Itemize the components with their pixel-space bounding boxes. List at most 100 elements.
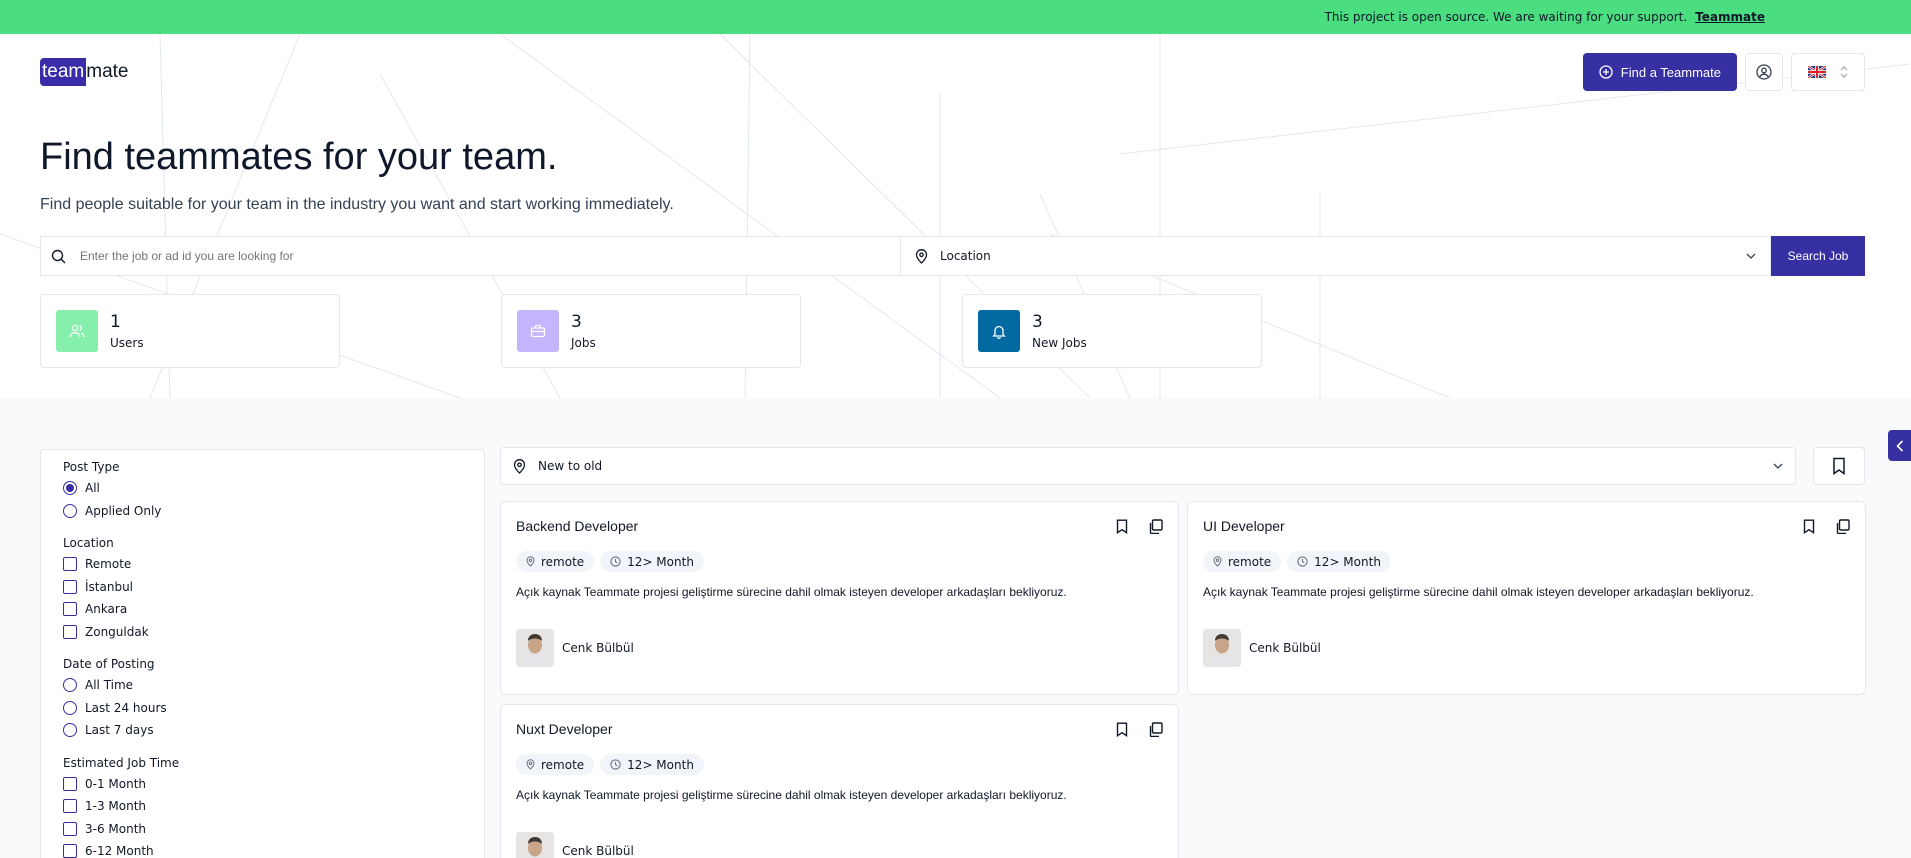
option-label: Last 7 days bbox=[85, 723, 154, 738]
location-tag: remote bbox=[1203, 551, 1282, 572]
filter-option-ankara[interactable]: Ankara bbox=[63, 598, 462, 621]
bell-icon bbox=[978, 310, 1020, 352]
user-circle-icon bbox=[1756, 64, 1772, 80]
checkbox[interactable] bbox=[63, 799, 77, 814]
job-description: Açık kaynak Teammate projesi geliştirme … bbox=[1203, 585, 1754, 599]
map-pin-icon bbox=[526, 556, 535, 567]
filter-option-istanbul[interactable]: İstanbul bbox=[63, 576, 462, 599]
checkbox[interactable] bbox=[63, 579, 77, 594]
page-subtitle: Find people suitable for your team in th… bbox=[40, 196, 674, 213]
users-icon bbox=[56, 310, 98, 352]
stat-label: New Jobs bbox=[1032, 336, 1087, 350]
bookmark-icon[interactable] bbox=[1116, 519, 1128, 534]
stat-card-users: 1 Users bbox=[40, 294, 340, 368]
job-author[interactable]: Cenk Bülbül bbox=[1203, 629, 1850, 667]
copy-icon[interactable] bbox=[1148, 518, 1163, 534]
sort-select[interactable]: New to old bbox=[500, 447, 1796, 485]
header-actions: Find a Teammate bbox=[1582, 53, 1865, 91]
author-name: Cenk Bülbül bbox=[562, 844, 634, 858]
job-title[interactable]: Backend Developer bbox=[516, 518, 638, 534]
checkbox[interactable] bbox=[63, 602, 77, 617]
logo[interactable]: team mate bbox=[40, 58, 129, 86]
map-pin-icon bbox=[915, 248, 928, 264]
filter-option-last-7-days[interactable]: Last 7 days bbox=[63, 719, 462, 742]
language-select[interactable] bbox=[1791, 53, 1865, 91]
search-bar: Location Search Job bbox=[40, 236, 1865, 276]
job-author[interactable]: Cenk Bülbül bbox=[516, 832, 1163, 858]
logo-text: mate bbox=[86, 61, 129, 82]
clock-icon bbox=[610, 556, 621, 567]
tag-label: remote bbox=[541, 554, 585, 569]
job-author[interactable]: Cenk Bülbül bbox=[516, 629, 1163, 667]
search-input[interactable] bbox=[80, 249, 880, 263]
filter-option-zonguldak[interactable]: Zonguldak bbox=[63, 621, 462, 644]
copy-icon[interactable] bbox=[1148, 721, 1163, 737]
stat-value: 1 bbox=[110, 312, 121, 332]
filter-option-last-24-hours[interactable]: Last 24 hours bbox=[63, 697, 462, 720]
stat-value: 3 bbox=[1032, 312, 1043, 332]
find-teammate-button[interactable]: Find a Teammate bbox=[1582, 53, 1737, 91]
author-name: Cenk Bülbül bbox=[562, 641, 634, 655]
logo-highlight: team bbox=[40, 58, 87, 86]
option-label: 1-3 Month bbox=[85, 799, 147, 814]
filter-option-3-6-month[interactable]: 3-6 Month bbox=[63, 818, 462, 841]
bookmark-icon bbox=[1833, 457, 1845, 475]
filter-option-applied-only[interactable]: Applied Only bbox=[63, 500, 462, 523]
checkbox[interactable] bbox=[63, 821, 77, 836]
saved-jobs-button[interactable] bbox=[1813, 447, 1865, 485]
sidebar-toggle[interactable] bbox=[1888, 430, 1911, 461]
filter-option-1-3-month[interactable]: 1-3 Month bbox=[63, 795, 462, 818]
page-title: Find teammates for your team. bbox=[40, 136, 558, 178]
filter-option-remote[interactable]: Remote bbox=[63, 553, 462, 576]
location-tag: remote bbox=[516, 754, 595, 775]
filter-title-location: Location bbox=[63, 536, 114, 550]
announcement-text: This project is open source. We are wait… bbox=[1324, 10, 1688, 24]
stats-row: 1 Users 3 Jobs 3 New Jobs bbox=[40, 294, 1262, 368]
tag-label: remote bbox=[541, 757, 585, 772]
checkbox[interactable] bbox=[63, 776, 77, 791]
checkbox[interactable] bbox=[63, 844, 77, 858]
announcement-link[interactable]: Teammate bbox=[1695, 10, 1765, 24]
job-card[interactable]: Nuxt Developer remote 12> Month Açık kay… bbox=[500, 704, 1179, 858]
search-field bbox=[40, 236, 900, 276]
option-label: Ankara bbox=[85, 602, 128, 617]
site-header: team mate Find a Teammate bbox=[40, 52, 1865, 92]
stat-value: 3 bbox=[571, 312, 582, 332]
copy-icon[interactable] bbox=[1835, 518, 1850, 534]
job-card[interactable]: Backend Developer remote 12> Month Açık … bbox=[500, 501, 1179, 695]
search-job-button[interactable]: Search Job bbox=[1771, 236, 1865, 276]
chevron-updown-icon bbox=[1840, 66, 1848, 78]
profile-button[interactable] bbox=[1745, 53, 1783, 91]
option-label: Last 24 hours bbox=[85, 700, 167, 715]
duration-tag: 12> Month bbox=[600, 551, 704, 572]
tag-label: 12> Month bbox=[1314, 554, 1381, 569]
job-card[interactable]: UI Developer remote 12> Month Açık kayna… bbox=[1187, 501, 1866, 695]
location-label: Location bbox=[940, 249, 991, 263]
clock-icon bbox=[1297, 556, 1308, 567]
location-select[interactable]: Location bbox=[900, 236, 1771, 276]
radio[interactable] bbox=[63, 723, 77, 738]
filter-option-0-1-month[interactable]: 0-1 Month bbox=[63, 773, 462, 796]
map-pin-icon bbox=[513, 458, 526, 474]
job-title[interactable]: UI Developer bbox=[1203, 518, 1285, 534]
job-title[interactable]: Nuxt Developer bbox=[516, 721, 613, 737]
checkbox[interactable] bbox=[63, 624, 77, 639]
checkbox[interactable] bbox=[63, 557, 77, 572]
find-teammate-label: Find a Teammate bbox=[1620, 64, 1721, 80]
radio-checked[interactable] bbox=[63, 481, 77, 496]
job-description: Açık kaynak Teammate projesi geliştirme … bbox=[516, 585, 1067, 599]
option-label: All Time bbox=[85, 678, 134, 693]
job-description: Açık kaynak Teammate projesi geliştirme … bbox=[516, 788, 1067, 802]
bookmark-icon[interactable] bbox=[1116, 722, 1128, 737]
filter-option-6-12-month[interactable]: 6-12 Month bbox=[63, 840, 462, 858]
radio[interactable] bbox=[63, 700, 77, 715]
filter-option-all-time[interactable]: All Time bbox=[63, 674, 462, 697]
plus-circle-icon bbox=[1599, 65, 1613, 79]
bookmark-icon[interactable] bbox=[1803, 519, 1815, 534]
clock-icon bbox=[610, 759, 621, 770]
radio[interactable] bbox=[63, 503, 77, 518]
uk-flag-icon bbox=[1808, 66, 1826, 78]
filters-panel: Post Type All Applied Only Location Remo… bbox=[40, 449, 485, 858]
filter-option-all[interactable]: All bbox=[63, 477, 462, 500]
radio[interactable] bbox=[63, 678, 77, 693]
